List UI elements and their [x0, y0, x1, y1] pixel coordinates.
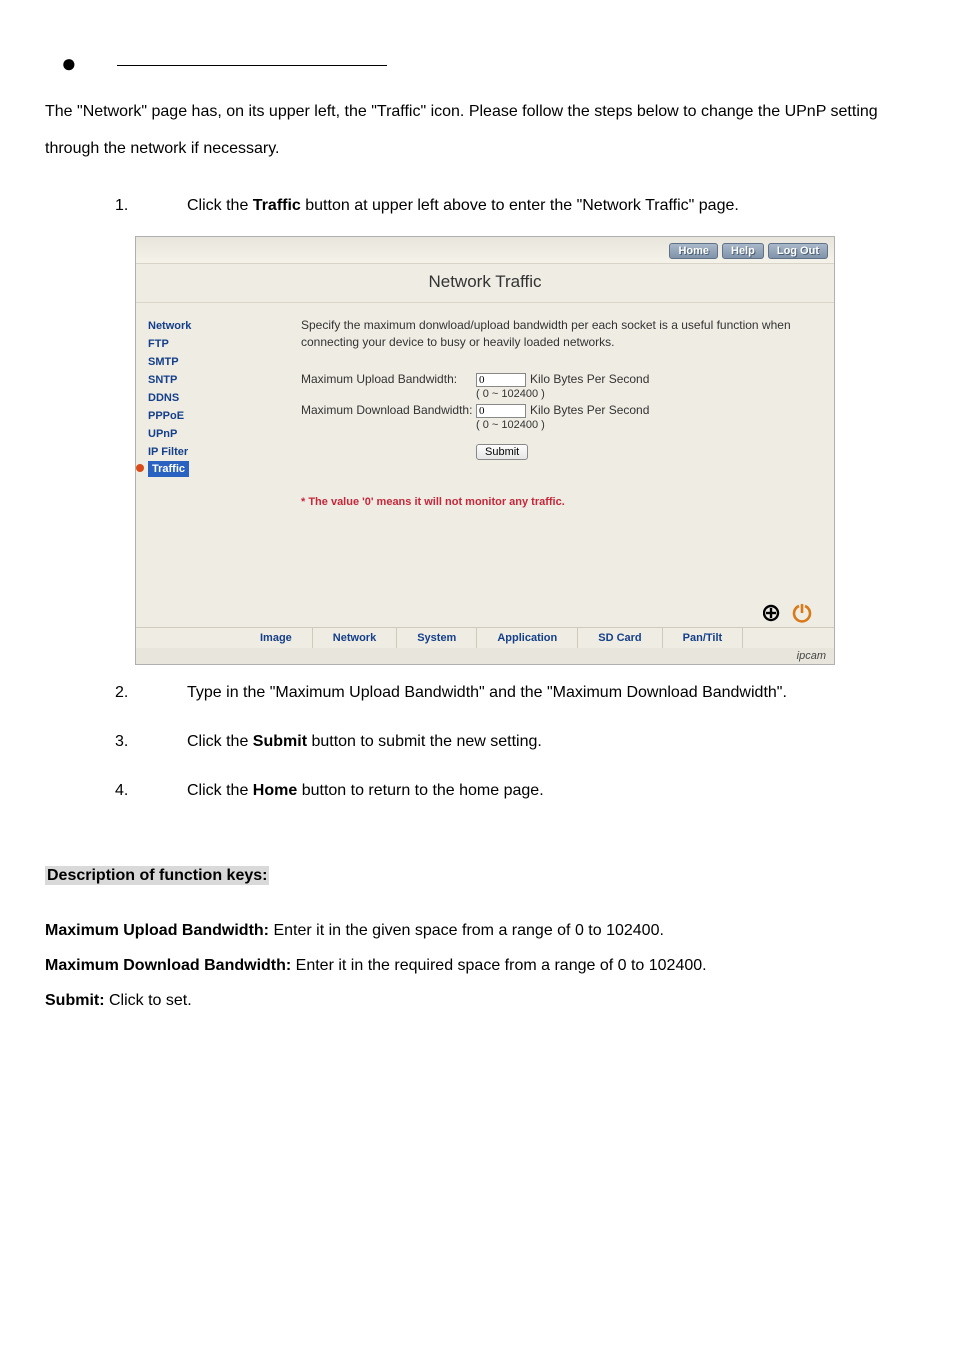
step-text: Click the Home button to return to the h…: [187, 773, 909, 810]
download-range: ( 0 ~ 102400 ): [476, 419, 814, 431]
brand-circle-icon: [760, 603, 788, 623]
tab-system[interactable]: System: [397, 628, 477, 648]
desc-key-upload: Maximum Upload Bandwidth:: [45, 922, 269, 939]
sidebar-item-ipfilter[interactable]: IP Filter: [148, 443, 261, 461]
description-heading: Description of function keys:: [45, 866, 269, 885]
sidebar-item-pppoe[interactable]: PPPoE: [148, 407, 261, 425]
help-button[interactable]: Help: [722, 243, 764, 259]
download-unit: Kilo Bytes Per Second: [530, 403, 649, 417]
sidebar-item-ddns[interactable]: DDNS: [148, 389, 261, 407]
download-input[interactable]: [476, 404, 526, 418]
step-3: 3. Click the Submit button to submit the…: [115, 724, 909, 761]
intro-paragraph: The "Network" page has, on its upper lef…: [45, 94, 909, 168]
tab-image[interactable]: Image: [240, 628, 313, 648]
top-button-bar: Home Help Log Out: [136, 237, 834, 264]
desc-key-download: Maximum Download Bandwidth:: [45, 957, 291, 974]
step-number: 1.: [115, 188, 187, 225]
section-bullet: ●: [45, 50, 909, 76]
step-number: 3.: [115, 724, 187, 761]
note-text: * The value '0' means it will not monito…: [301, 496, 814, 508]
step-text: Type in the "Maximum Upload Bandwidth" a…: [187, 675, 909, 712]
upload-unit: Kilo Bytes Per Second: [530, 372, 649, 386]
bullet-icon: ●: [61, 50, 77, 76]
step-text: Click the Submit button to submit the ne…: [187, 724, 909, 761]
footer-tabs: Image Network System Application SD Card…: [136, 627, 834, 648]
submit-button[interactable]: Submit: [476, 444, 528, 460]
download-label: Maximum Download Bandwidth:: [301, 403, 476, 417]
step-number: 2.: [115, 675, 187, 712]
spec-text: Specify the maximum donwload/upload band…: [301, 317, 814, 349]
upload-label: Maximum Upload Bandwidth:: [301, 372, 476, 386]
footer-id: ipcam: [136, 648, 834, 664]
step-4: 4. Click the Home button to return to th…: [115, 773, 909, 810]
upload-input[interactable]: [476, 373, 526, 387]
desc-key-submit: Submit:: [45, 992, 105, 1009]
sidebar-item-upnp[interactable]: UPnP: [148, 425, 261, 443]
sidebar-item-ftp[interactable]: FTP: [148, 335, 261, 353]
home-button[interactable]: Home: [669, 243, 718, 259]
tab-pantilt[interactable]: Pan/Tilt: [663, 628, 744, 648]
screenshot: Home Help Log Out Network Traffic Networ…: [135, 236, 835, 665]
sidebar-item-smtp[interactable]: SMTP: [148, 353, 261, 371]
tab-application[interactable]: Application: [477, 628, 578, 648]
step-text: Click the Traffic button at upper left a…: [187, 188, 909, 225]
step-2: 2. Type in the "Maximum Upload Bandwidth…: [115, 675, 909, 712]
page-title: Network Traffic: [136, 264, 834, 303]
step-1: 1. Click the Traffic button at upper lef…: [115, 188, 909, 225]
upload-range: ( 0 ~ 102400 ): [476, 388, 814, 400]
brand-power-icon: [788, 603, 816, 623]
sidebar: Network FTP SMTP SNTP DDNS PPPoE UPnP IP…: [136, 303, 261, 603]
logout-button[interactable]: Log Out: [768, 243, 828, 259]
description-block: Description of function keys: Maximum Up…: [45, 858, 909, 1019]
tab-sdcard[interactable]: SD Card: [578, 628, 662, 648]
brand-row: [136, 603, 834, 627]
underline-placeholder: [117, 50, 387, 66]
sidebar-item-network[interactable]: Network: [148, 317, 261, 335]
sidebar-item-sntp[interactable]: SNTP: [148, 371, 261, 389]
sidebar-item-traffic[interactable]: Traffic: [148, 461, 189, 477]
step-number: 4.: [115, 773, 187, 810]
main-panel: Specify the maximum donwload/upload band…: [261, 303, 834, 603]
tab-network[interactable]: Network: [313, 628, 397, 648]
